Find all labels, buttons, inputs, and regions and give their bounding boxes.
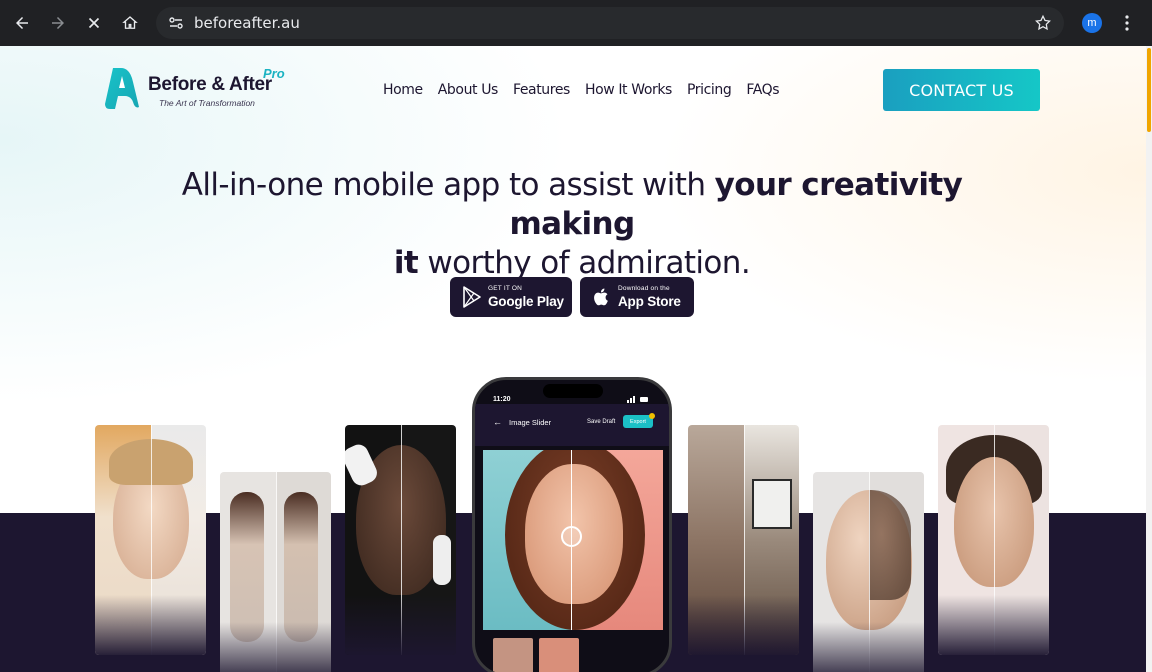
browser-toolbar: beforeafter.au m — [0, 0, 1152, 46]
url-text[interactable]: beforeafter.au — [194, 14, 300, 32]
address-bar[interactable]: beforeafter.au — [156, 7, 1064, 39]
site-settings-icon[interactable] — [160, 15, 192, 31]
hero-bold-2: it — [393, 245, 419, 281]
hero-text-2: worthy of admiration. — [418, 245, 751, 281]
before-after-card-renovation — [688, 425, 799, 655]
profile-avatar[interactable]: m — [1082, 13, 1102, 33]
before-after-card-acne — [938, 425, 1049, 655]
nav-pricing[interactable]: Pricing — [687, 82, 732, 98]
page-scrollbar[interactable] — [1146, 46, 1152, 672]
stop-loading-icon[interactable] — [76, 5, 112, 41]
slider-handle-icon — [561, 526, 582, 547]
google-play-label: Google Play — [488, 293, 564, 309]
main-navigation: Home About Us Features How It Works Pric… — [383, 82, 780, 98]
phone-back-icon: ← — [493, 417, 502, 427]
brand-tagline: The Art of Transformation — [159, 98, 255, 108]
phone-screen-title: Image Slider — [509, 418, 552, 427]
hero-heading: All-in-one mobile app to assist with you… — [140, 166, 1004, 283]
nav-how-it-works[interactable]: How It Works — [585, 82, 672, 98]
nav-home[interactable]: Home — [383, 82, 423, 98]
nav-about-us[interactable]: About Us — [438, 82, 499, 98]
logo-mark-icon — [105, 68, 139, 109]
home-icon[interactable] — [112, 5, 148, 41]
browser-menu-icon[interactable] — [1116, 12, 1138, 34]
phone-thumbnail — [539, 638, 579, 672]
before-after-card-body — [220, 472, 331, 672]
nav-features[interactable]: Features — [513, 82, 570, 98]
hero-text-1: All-in-one mobile app to assist with — [181, 167, 715, 203]
google-play-icon — [456, 286, 488, 308]
back-icon[interactable] — [4, 5, 40, 41]
forward-icon[interactable] — [40, 5, 76, 41]
phone-export-button: Export — [623, 413, 655, 428]
phone-thumbnail — [493, 638, 533, 672]
before-after-card-face-lift — [95, 425, 206, 655]
phone-export-label: Export — [630, 418, 646, 425]
before-after-card-hair — [813, 472, 924, 672]
google-play-button[interactable]: GET IT ON Google Play — [450, 277, 572, 317]
app-store-button[interactable]: Download on the App Store — [580, 277, 694, 317]
brand-name: Before & After — [148, 74, 272, 95]
phone-save-draft: Save Draft — [587, 419, 616, 425]
before-after-card-skin — [345, 425, 456, 655]
web-page: Before & After Pro The Art of Transforma… — [0, 46, 1146, 672]
google-play-small-text: GET IT ON — [488, 285, 523, 292]
contact-us-button[interactable]: CONTACT US — [883, 69, 1040, 111]
app-store-label: App Store — [618, 293, 681, 309]
phone-mockup: 11:20 ← Image Slider Save Draft Export — [472, 377, 672, 672]
brand-pro-badge: Pro — [263, 66, 285, 81]
nav-faqs[interactable]: FAQs — [746, 82, 779, 98]
phone-time: 11:20 — [493, 396, 511, 403]
site-logo[interactable]: Before & After Pro The Art of Transforma… — [103, 66, 293, 112]
bookmark-star-icon[interactable] — [1034, 14, 1052, 37]
app-store-small-text: Download on the — [618, 285, 670, 292]
apple-icon — [586, 287, 618, 307]
phone-slider-photo — [483, 450, 663, 630]
